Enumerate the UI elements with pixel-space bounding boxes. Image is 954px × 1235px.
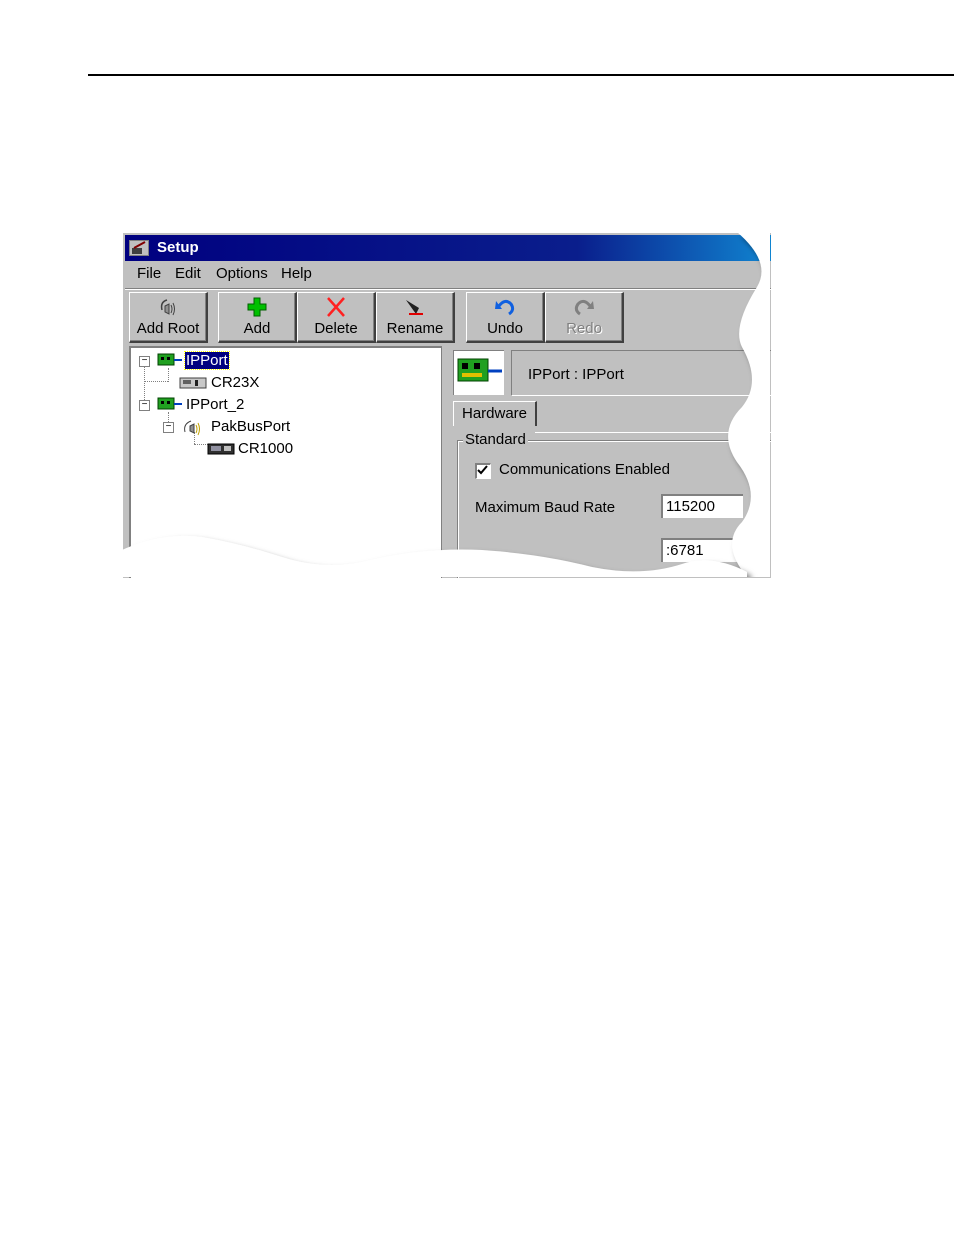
setup-screenshot: Setup File Edit Options Help Add Root Ad…	[122, 232, 771, 578]
page-top-rule	[88, 74, 954, 76]
torn-edge-overlay	[122, 232, 770, 577]
